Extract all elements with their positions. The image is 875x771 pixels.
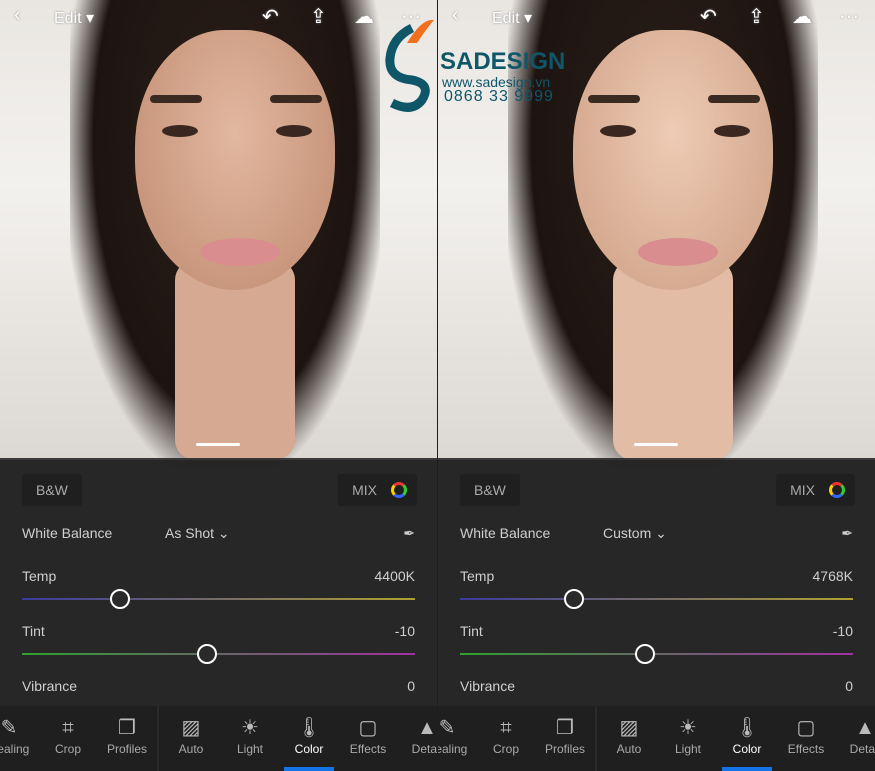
tool-auto[interactable]: ▨ Auto	[600, 706, 658, 756]
tool-color[interactable]: 🌡 Color	[718, 706, 776, 771]
temp-slider[interactable]	[22, 589, 415, 609]
detail-icon: ▲	[417, 717, 437, 739]
color-wheel-icon	[391, 482, 407, 498]
temp-value: 4400K	[374, 568, 415, 584]
watermark-logo: SADESIGN www.sadesign.vn 0868 33 9999	[372, 18, 565, 113]
auto-icon: ▨	[181, 717, 201, 739]
temp-label: Temp	[460, 568, 495, 584]
profiles-icon: ❐	[556, 717, 574, 739]
cloud-add-icon[interactable]: ☁	[792, 4, 812, 29]
tint-slider[interactable]	[460, 644, 853, 664]
vibrance-value: 0	[845, 678, 853, 694]
vibrance-label: Vibrance	[22, 678, 78, 694]
tint-label: Tint	[22, 623, 45, 639]
tint-value: -10	[394, 623, 415, 639]
share-icon[interactable]: ⇪	[310, 4, 327, 29]
tint-slider-knob[interactable]	[196, 644, 217, 664]
tool-profiles[interactable]: ❐ Profiles	[536, 706, 594, 756]
color-panel: B&W MIX White Balance As Shot ⌄ ✒ Temp 44…	[0, 458, 437, 706]
eyedropper-icon[interactable]: ✒	[841, 525, 853, 542]
profiles-icon: ❐	[118, 717, 136, 739]
sun-icon: ☀	[679, 717, 697, 739]
detail-icon: ▲	[855, 717, 875, 739]
vibrance-label: Vibrance	[460, 678, 516, 694]
tool-crop[interactable]: ⌗ Crop	[477, 706, 535, 756]
tint-slider[interactable]	[22, 644, 415, 664]
wb-dropdown[interactable]: Custom ⌄	[603, 525, 667, 542]
tool-profiles[interactable]: ❐ Profiles	[98, 706, 156, 756]
thermometer-icon: 🌡	[296, 717, 322, 739]
tool-light[interactable]: ☀ Light	[221, 706, 279, 756]
panel-handle[interactable]	[196, 443, 240, 446]
temp-slider-knob[interactable]	[110, 589, 131, 609]
wb-label: White Balance	[22, 525, 113, 541]
bandage-icon: ✎	[438, 717, 456, 739]
more-icon[interactable]: ⋯	[839, 4, 859, 29]
edit-menu[interactable]: Edit ▾	[54, 8, 94, 28]
phone-screen: ‹ Edit ▾ ↶ ⇪ ☁ ⋯ B&W MIX White Balance A…	[0, 0, 437, 771]
tool-auto[interactable]: ▨ Auto	[162, 706, 220, 756]
tool-healing[interactable]: ✎Healing	[438, 706, 476, 756]
phone-screen: ‹ Edit ▾ ↶ ⇪ ☁ ⋯ B&W MIX White Balance C…	[438, 0, 875, 771]
wb-dropdown[interactable]: As Shot ⌄	[165, 525, 230, 542]
undo-icon[interactable]: ↶	[262, 4, 279, 29]
color-wheel-icon	[829, 482, 845, 498]
tint-value: -10	[832, 623, 853, 639]
tool-effects[interactable]: ▢ Effects	[339, 706, 397, 756]
tool-light[interactable]: ☀ Light	[659, 706, 717, 756]
vibrance-value: 0	[407, 678, 415, 694]
watermark-brand: SADESIGN	[440, 48, 566, 75]
eyedropper-icon[interactable]: ✒	[403, 525, 415, 542]
share-icon[interactable]: ⇪	[748, 4, 765, 29]
bw-button[interactable]: B&W	[460, 474, 520, 506]
bandage-icon: ✎	[0, 717, 18, 739]
thermometer-icon: 🌡	[734, 717, 760, 739]
temp-value: 4768K	[812, 568, 853, 584]
undo-icon[interactable]: ↶	[700, 4, 717, 29]
tint-slider-knob[interactable]	[634, 644, 655, 664]
color-panel: B&W MIX White Balance Custom ⌄ ✒ Temp 476…	[438, 458, 875, 706]
sun-icon: ☀	[241, 717, 259, 739]
watermark-phone: 0868 33 9999	[444, 88, 554, 105]
tint-label: Tint	[460, 623, 483, 639]
temp-label: Temp	[22, 568, 57, 584]
tool-detail[interactable]: ▲Detail	[398, 706, 437, 756]
tool-bar: ✎Healing⌗Crop❐Profiles▨Auto☀Light🌡Color▢…	[0, 706, 437, 771]
mix-button[interactable]: MIX	[338, 474, 417, 506]
tool-color[interactable]: 🌡 Color	[280, 706, 338, 771]
tool-crop[interactable]: ⌗ Crop	[39, 706, 97, 756]
effects-icon: ▢	[796, 717, 816, 739]
temp-slider-knob[interactable]	[563, 589, 584, 609]
back-icon[interactable]: ‹	[14, 4, 21, 27]
crop-icon: ⌗	[500, 717, 512, 739]
temp-slider[interactable]	[460, 589, 853, 609]
tool-detail[interactable]: ▲Detail	[836, 706, 875, 756]
mix-button[interactable]: MIX	[776, 474, 855, 506]
wb-label: White Balance	[460, 525, 551, 541]
tool-effects[interactable]: ▢ Effects	[777, 706, 835, 756]
panel-handle[interactable]	[634, 443, 678, 446]
effects-icon: ▢	[358, 717, 378, 739]
auto-icon: ▨	[619, 717, 639, 739]
bw-button[interactable]: B&W	[22, 474, 82, 506]
cloud-add-icon[interactable]: ☁	[354, 4, 374, 29]
tool-bar: ✎Healing⌗Crop❐Profiles▨Auto☀Light🌡Color▢…	[438, 706, 875, 771]
tool-healing[interactable]: ✎Healing	[0, 706, 38, 756]
crop-icon: ⌗	[62, 717, 74, 739]
